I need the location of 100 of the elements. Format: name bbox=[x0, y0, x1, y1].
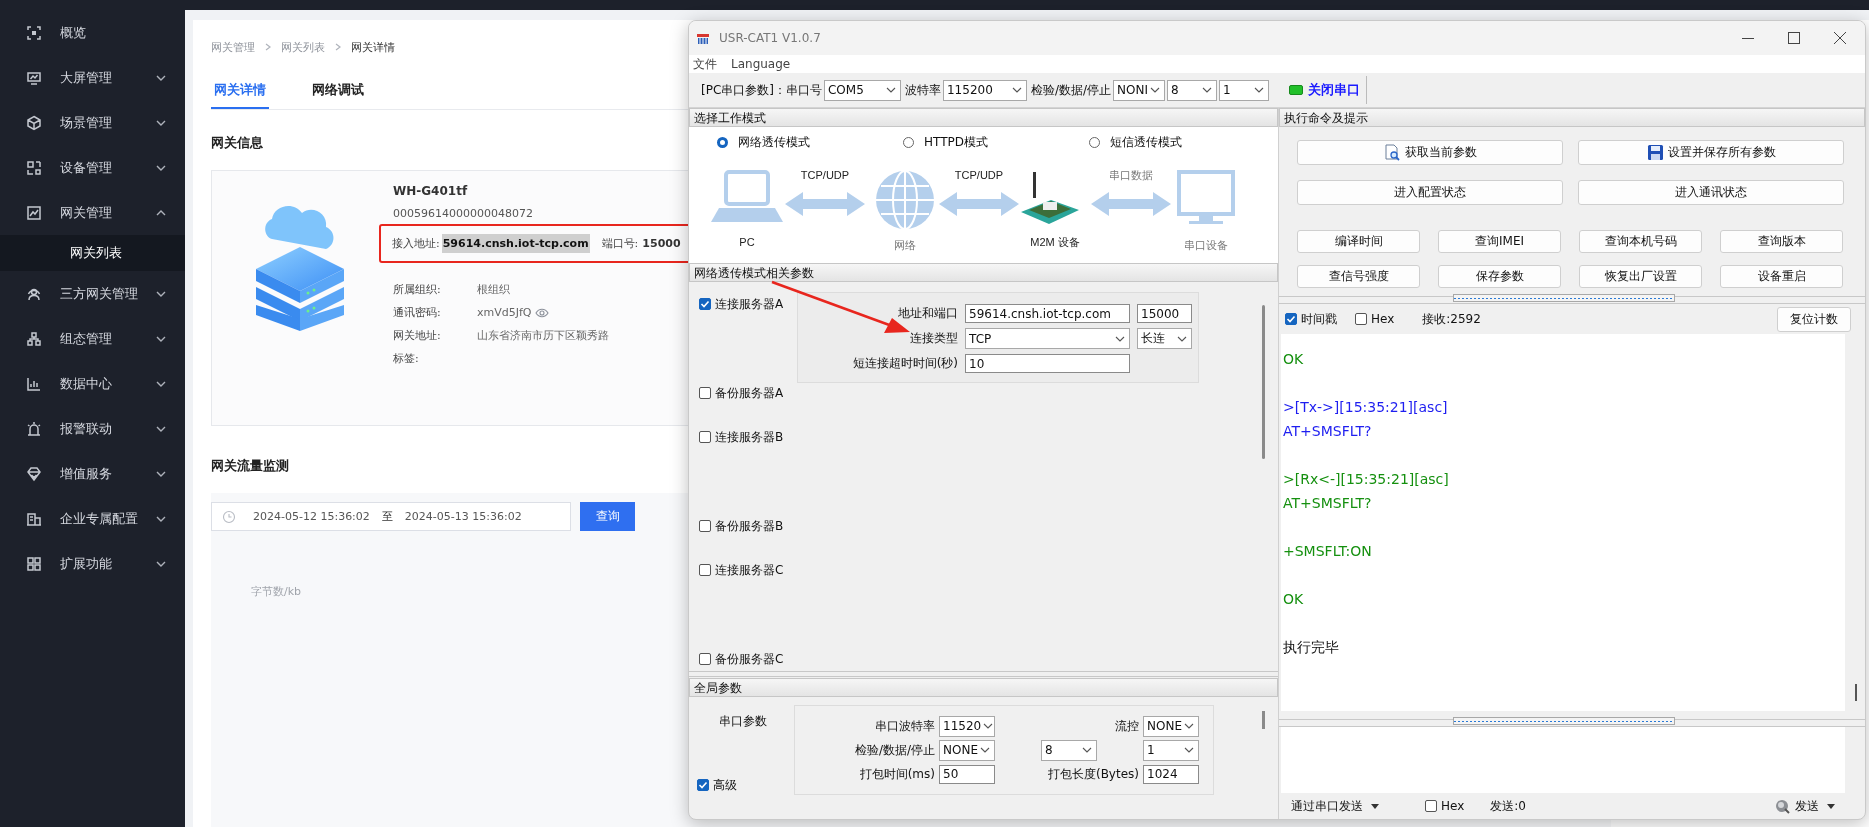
eye-icon[interactable] bbox=[534, 307, 549, 318]
parity-dropdown[interactable]: NONI bbox=[1113, 79, 1166, 101]
sidebar-item[interactable]: 场景管理 bbox=[0, 100, 185, 145]
send-field[interactable] bbox=[1281, 727, 1845, 793]
flow-control-dropdown[interactable]: NONE bbox=[1143, 715, 1199, 737]
sidebar-item[interactable]: 大屏管理 bbox=[0, 55, 185, 100]
command-button[interactable]: 获取当前参数 bbox=[1297, 140, 1563, 165]
scrollbar-thumb[interactable] bbox=[1262, 711, 1265, 729]
log-line: OK bbox=[1283, 350, 1305, 369]
radio-label: 短信透传模式 bbox=[1110, 133, 1182, 151]
maximize-icon[interactable] bbox=[1787, 31, 1801, 45]
command-button[interactable]: 恢复出厂设置 bbox=[1579, 265, 1702, 288]
chart-icon bbox=[26, 204, 42, 221]
checkbox[interactable] bbox=[699, 520, 711, 532]
tab[interactable]: 网关详情 bbox=[211, 72, 269, 109]
bar-chart-icon bbox=[26, 375, 42, 392]
checkbox[interactable] bbox=[1285, 313, 1297, 325]
checkbox[interactable] bbox=[699, 431, 711, 443]
command-button[interactable]: 设置并保存所有参数 bbox=[1578, 140, 1844, 165]
close-port-button[interactable]: 关闭串口 bbox=[1283, 76, 1368, 104]
parity-dropdown[interactable]: NONE bbox=[939, 739, 995, 761]
panel-header: 执行命令及提示 bbox=[1279, 108, 1865, 127]
chevron-right-icon bbox=[263, 42, 273, 52]
radio-button[interactable] bbox=[903, 136, 914, 148]
send-button[interactable]: 发送 bbox=[1774, 797, 1835, 815]
sidebar-item[interactable]: 增值服务 bbox=[0, 451, 185, 496]
command-button[interactable]: 进入通讯状态 bbox=[1578, 180, 1844, 205]
command-button[interactable]: 设备重启 bbox=[1720, 265, 1843, 288]
checkbox-label: 高级 bbox=[713, 776, 737, 794]
axis-label: 字节数/kb bbox=[251, 585, 302, 599]
port-label: 端口号: bbox=[601, 236, 639, 251]
scrollbar-thumb[interactable] bbox=[1855, 684, 1857, 701]
field-label: 检验/数据/停止 bbox=[1031, 81, 1112, 99]
end-date: 2024-05-13 15:36:02 bbox=[404, 510, 522, 523]
command-button[interactable]: 进入配置状态 bbox=[1297, 180, 1563, 205]
radio-button[interactable] bbox=[717, 136, 728, 148]
address-field[interactable]: 59614.cnsh.iot-tcp.com bbox=[965, 304, 1130, 323]
connection-type-dropdown[interactable]: TCP bbox=[965, 328, 1130, 349]
checkbox[interactable] bbox=[699, 564, 711, 576]
log-line: AT+SMSFLT? bbox=[1283, 494, 1373, 513]
caret-icon bbox=[983, 723, 994, 729]
command-button[interactable]: 编译时间 bbox=[1297, 230, 1420, 253]
panel-header: 全局参数 bbox=[689, 678, 1278, 697]
stop-bits-dropdown[interactable]: 1 bbox=[1143, 739, 1199, 761]
data-bits-dropdown[interactable]: 8 bbox=[1167, 79, 1218, 101]
command-button[interactable]: 查信号强度 bbox=[1297, 265, 1420, 288]
sidebar-item[interactable]: 企业专属配置 bbox=[0, 496, 185, 541]
reset-count-button[interactable]: 复位计数 bbox=[1777, 306, 1851, 332]
date-range-field[interactable]: 2024-05-12 15:36:02 至 2024-05-13 15:36:02 bbox=[211, 502, 571, 531]
address-text: 59614.cnsh.iot-tcp.com bbox=[441, 234, 590, 253]
tab[interactable]: 网络调试 bbox=[309, 72, 367, 109]
checkbox[interactable] bbox=[699, 653, 711, 665]
gateway-serial: 00059614000000048072 bbox=[393, 206, 534, 222]
pack-time-field[interactable]: 50 bbox=[939, 764, 995, 784]
stop-bits-dropdown[interactable]: 1 bbox=[1219, 79, 1270, 101]
send-channel-dropdown[interactable]: 通过串口发送 bbox=[1291, 797, 1379, 815]
baud-dropdown[interactable]: 115200 bbox=[943, 79, 1027, 101]
checkbox[interactable] bbox=[699, 298, 711, 310]
connection-mode-dropdown[interactable]: 长连 bbox=[1137, 328, 1192, 349]
radio-label: HTTPD模式 bbox=[924, 133, 988, 151]
data-bits-dropdown[interactable]: 8 bbox=[1041, 739, 1097, 761]
sidebar-item[interactable]: 扩展功能 bbox=[0, 541, 185, 586]
sidebar-item[interactable]: 组态管理 bbox=[0, 316, 185, 361]
port-field[interactable]: 15000 bbox=[1137, 304, 1192, 323]
menu-item[interactable]: Language bbox=[731, 57, 791, 71]
close-icon[interactable] bbox=[1833, 31, 1847, 45]
log-line: >[Tx->][15:35:21][asc] bbox=[1283, 398, 1449, 417]
clock-icon bbox=[222, 509, 236, 524]
checkbox[interactable] bbox=[699, 387, 711, 399]
checkbox-label: 连接服务器C bbox=[715, 561, 784, 579]
menu-item[interactable]: 文件 bbox=[693, 55, 717, 73]
baud-dropdown[interactable]: 11520 bbox=[939, 715, 995, 737]
sidebar-item[interactable]: 报警联动 bbox=[0, 406, 185, 451]
checkbox[interactable] bbox=[1425, 800, 1437, 812]
timeout-field[interactable]: 10 bbox=[965, 354, 1130, 373]
checkbox[interactable] bbox=[697, 779, 709, 791]
sidebar-subitem[interactable]: 网关列表 bbox=[0, 235, 185, 271]
section-title: 网关流量监测 bbox=[211, 458, 289, 474]
query-button[interactable]: 查询 bbox=[580, 502, 635, 531]
pack-length-field[interactable]: 1024 bbox=[1143, 764, 1199, 784]
field-label: 打包时间(ms) bbox=[858, 765, 935, 783]
field-value: xmVd5JfQ bbox=[477, 306, 532, 319]
command-button[interactable]: 保存参数 bbox=[1438, 265, 1561, 288]
command-button[interactable]: 查询版本 bbox=[1720, 230, 1843, 253]
sidebar-item[interactable]: 设备管理 bbox=[0, 145, 185, 190]
scrollbar-thumb[interactable] bbox=[1262, 305, 1265, 459]
radio-button[interactable] bbox=[1089, 136, 1100, 148]
command-button[interactable]: 查询本机号码 bbox=[1579, 230, 1702, 253]
splitter-handle[interactable] bbox=[1453, 294, 1675, 302]
sidebar-item[interactable]: 三方网关管理 bbox=[0, 271, 185, 316]
checkbox-label: 备份服务器C bbox=[715, 650, 784, 668]
field-label: 串口波特率 bbox=[874, 717, 935, 735]
port-dropdown[interactable]: COM5 bbox=[824, 79, 901, 101]
sidebar-item[interactable]: 数据中心 bbox=[0, 361, 185, 406]
sidebar-item[interactable]: 网关管理 bbox=[0, 190, 185, 235]
sidebar-item[interactable]: 概览 bbox=[0, 10, 185, 55]
splitter-handle[interactable] bbox=[1453, 717, 1675, 725]
caret-icon bbox=[1082, 747, 1092, 753]
checkbox[interactable] bbox=[1355, 313, 1367, 325]
command-button[interactable]: 查询IMEI bbox=[1438, 230, 1561, 253]
